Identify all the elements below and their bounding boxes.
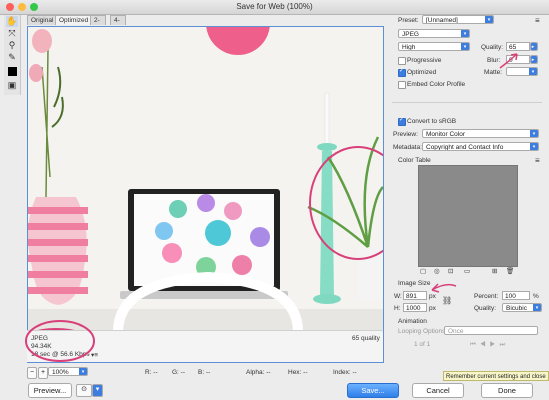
preview-quality-note: 65 quality (352, 335, 380, 342)
animation-controls[interactable]: ⏮◀▶⏭ (470, 341, 509, 349)
done-tooltip: Remember current settings and close (443, 371, 549, 381)
lock-color-icon[interactable]: ⊡ (448, 267, 453, 275)
annotation-arrow-image-size (431, 283, 457, 293)
embed-color-profile-checkbox[interactable] (398, 81, 406, 89)
height-label: H: (394, 305, 401, 312)
map-color-icon[interactable]: ▢ (420, 267, 426, 275)
color-table-title: Color Table (398, 157, 431, 164)
eyedropper-color-swatch[interactable] (6, 66, 18, 77)
image-size-title: Image Size (398, 280, 431, 287)
convert-srgb-checkbox[interactable] (398, 116, 406, 126)
looping-options-select[interactable]: Once (444, 326, 538, 335)
color-table-toolbar: ▢ ◎ ⊡ ▭ ⊞ 🗑 (418, 267, 516, 276)
zoom-tool-icon[interactable]: ⚲ (6, 40, 18, 51)
file-format-select[interactable]: JPEG ▾ (398, 29, 470, 38)
tab-4-up[interactable]: 4-Up (110, 15, 127, 33)
hand-tool-icon[interactable]: ✋ (6, 16, 18, 27)
hex-readout: Hex: -- (288, 369, 308, 376)
color-preview-label: Preview: (393, 131, 418, 138)
blue-readout: B: -- (198, 369, 211, 376)
width-label: W: (394, 293, 402, 300)
metadata-label: Metadata: (393, 144, 422, 151)
quality-level-select[interactable]: High ▾ (398, 42, 470, 51)
percent-input[interactable]: 100 (502, 291, 530, 300)
progressive-checkbox[interactable] (398, 57, 406, 65)
done-button[interactable]: Done (481, 383, 533, 398)
save-button[interactable]: Save... (347, 383, 399, 398)
tools-palette: ✋ ⤧ ⚲ ✎ ▣ (4, 15, 21, 95)
frame-counter: 1 of 1 (414, 341, 431, 348)
settings-panel: Preset: [Unnamed] ▾ ≡ JPEG ▾ High ▾ Quality… (388, 14, 549, 364)
width-input[interactable]: 891 (403, 291, 427, 300)
red-readout: R: -- (145, 369, 158, 376)
constrain-proportions-link-icon[interactable]: ⛓ (442, 296, 452, 305)
percent-label: Percent: (474, 293, 499, 300)
convert-srgb-label: Convert to sRGB (407, 118, 457, 125)
zoom-in-button[interactable]: + (38, 367, 48, 379)
tab-2-up[interactable]: 2-Up (90, 15, 107, 33)
preview-photo (28, 27, 383, 362)
new-color-icon[interactable]: ⊞ (492, 267, 497, 275)
blur-slider-toggle[interactable]: ▸ (530, 55, 538, 64)
metadata-select[interactable]: Copyright and Contact Info ▾ (422, 142, 539, 151)
eyedropper-tool-icon[interactable]: ✎ (6, 52, 18, 63)
color-preview-select[interactable]: Monitor Color ▾ (422, 129, 539, 138)
tab-optimized[interactable]: Optimized (55, 15, 93, 25)
matte-label: Matte: (484, 69, 503, 76)
zoom-level-select[interactable]: 100% ▾ (48, 367, 88, 376)
color-table-menu-icon[interactable]: ≡ (535, 156, 540, 165)
preset-label: Preset: (398, 17, 419, 24)
preset-select[interactable]: [Unnamed] ▾ (422, 15, 494, 24)
resample-quality-select[interactable]: Bicubic ▾ (502, 303, 542, 312)
preview-button[interactable]: Preview... (28, 383, 72, 398)
green-readout: G: -- (172, 369, 185, 376)
zoom-out-button[interactable]: − (27, 367, 37, 379)
annotation-arrow-quality (499, 53, 518, 69)
slice-select-tool-icon[interactable]: ⤧ (6, 28, 18, 39)
progressive-label: Progressive (407, 57, 442, 64)
browser-select-arrow-icon[interactable]: ▾ (92, 384, 103, 397)
looping-options-label: Looping Options: (398, 328, 448, 335)
toggle-slices-visibility-icon[interactable]: ▣ (6, 80, 18, 91)
tab-original[interactable]: Original (27, 15, 58, 25)
height-input[interactable]: 1000 (403, 303, 427, 312)
percent-unit: % (533, 293, 539, 300)
height-unit: px (429, 305, 436, 312)
settings-menu-icon[interactable]: ≡ (535, 16, 540, 25)
striped-vase (28, 197, 88, 305)
image-preview[interactable] (27, 26, 384, 363)
embed-color-profile-label: Embed Color Profile (407, 81, 466, 88)
annotation-circle-info (25, 320, 95, 362)
color-table-grid[interactable] (418, 165, 518, 267)
optimized-checkbox[interactable] (398, 67, 406, 77)
quality-slider-toggle[interactable]: ▸ (530, 42, 538, 51)
unlock-icon[interactable]: ▭ (464, 267, 470, 275)
index-readout: Index: -- (333, 369, 357, 376)
window-title: Save for Web (100%) (236, 2, 313, 11)
delete-color-icon[interactable]: 🗑 (506, 267, 514, 275)
title-bar: Save for Web (100%) (0, 0, 549, 15)
animation-title: Animation (398, 318, 427, 325)
browser-preview-icon[interactable]: ⊙ (76, 384, 92, 397)
resample-quality-label: Quality: (474, 305, 497, 312)
cancel-button[interactable]: Cancel (412, 383, 464, 398)
alpha-readout: Alpha: -- (246, 369, 271, 376)
optimized-label: Optimized (407, 69, 437, 76)
web-shift-icon[interactable]: ◎ (434, 267, 440, 275)
